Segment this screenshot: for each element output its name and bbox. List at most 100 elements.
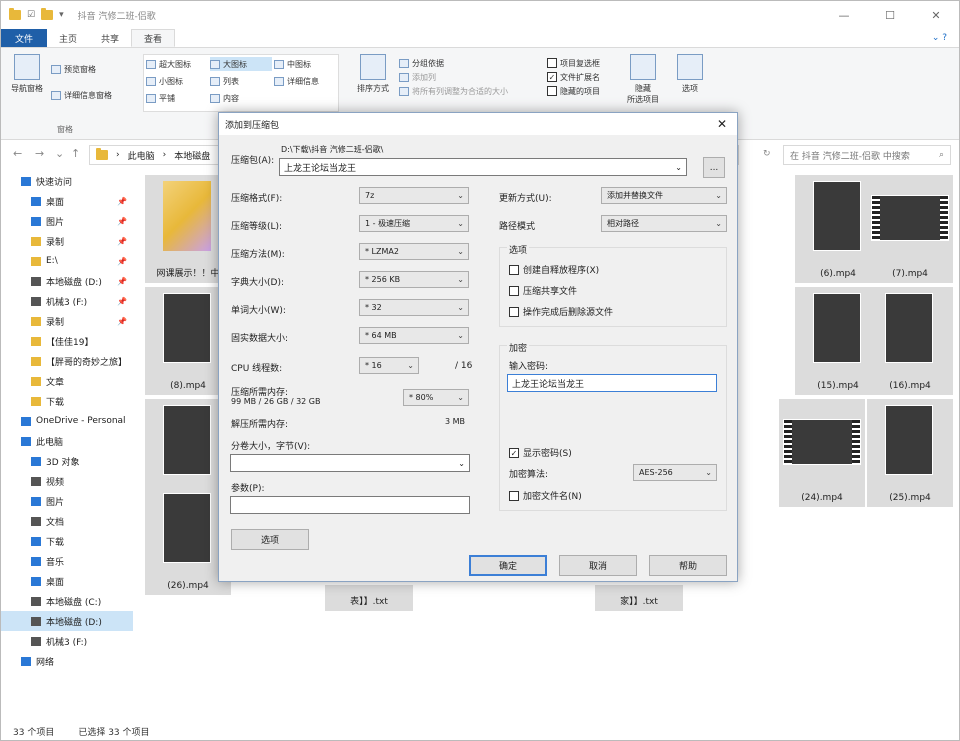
archive-name-combobox[interactable]: 上龙王论坛当龙王 ⌄ — [279, 158, 687, 176]
layout-large[interactable]: 大图标 — [210, 57, 272, 71]
field-select[interactable]: * LZMA2 ⌄ — [359, 243, 469, 260]
nav-item[interactable]: 3D 对象 — [1, 451, 133, 471]
help-icon[interactable]: ⌄ ? — [920, 29, 959, 47]
field-select[interactable]: * 64 MB ⌄ — [359, 327, 469, 344]
nav-item[interactable]: 本地磁盘 (D:) — [1, 611, 133, 631]
field-select[interactable]: * 256 KB ⌄ — [359, 271, 469, 288]
details-pane-button[interactable]: 详细信息窗格 — [51, 88, 112, 102]
layout-tiles[interactable]: 平铺 — [146, 92, 208, 106]
show-password-checkbox[interactable]: ✓ 显示密码(S) — [509, 446, 572, 459]
nav-item[interactable]: 本地磁盘 (C:) — [1, 591, 133, 611]
field-select[interactable]: * 32 ⌄ — [359, 299, 469, 316]
file-tile[interactable]: 表】】.txt — [325, 585, 413, 611]
sort-button[interactable]: 排序方式 — [351, 54, 395, 94]
search-input[interactable]: 在 抖音 汽修二班-侣歌 中搜索 ⌕ — [783, 145, 951, 165]
chevron-down-icon: ⌄ — [457, 393, 464, 402]
password-input[interactable]: 上龙王论坛当龙王 — [507, 374, 717, 392]
fit-columns-button[interactable]: 将所有列调整为合适的大小 — [399, 84, 508, 98]
recent-chevron-icon[interactable]: ⌄ — [55, 147, 64, 160]
options-button[interactable]: 选项 — [231, 529, 309, 550]
field-select[interactable]: 1 - 极速压缩 ⌄ — [359, 215, 469, 232]
option-label: 压缩共享文件 — [523, 287, 578, 297]
path-mode-select[interactable]: 相对路径 ⌄ — [601, 215, 727, 232]
nav-item[interactable]: 图片 📌 — [1, 211, 133, 231]
memory-percent-select[interactable]: * 80% ⌄ — [403, 389, 469, 406]
preview-pane-button[interactable]: 预览窗格 — [51, 62, 112, 76]
layout-list[interactable]: 列表 — [210, 74, 272, 88]
update-mode-select[interactable]: 添加并替换文件 ⌄ — [601, 187, 727, 204]
nav-item[interactable]: 桌面 📌 — [1, 191, 133, 211]
file-tile[interactable]: (25).mp4 — [867, 399, 953, 507]
layout-content[interactable]: 内容 — [210, 92, 272, 106]
group-by-button[interactable]: 分组依据 — [399, 56, 508, 70]
option-checkbox[interactable]: 创建自释放程序(X) — [509, 263, 599, 276]
refresh-icon[interactable]: ↻ — [763, 149, 771, 159]
nav-item[interactable]: 桌面 — [1, 571, 133, 591]
up-arrow-icon[interactable]: ↑ — [71, 147, 80, 160]
breadcrumb-this-pc[interactable]: 此电脑 — [128, 149, 155, 162]
ok-button[interactable]: 确定 — [469, 555, 547, 576]
hide-selected-button[interactable]: 隐藏 所选项目 — [623, 54, 663, 105]
field-label: 固实数据大小: — [231, 334, 289, 344]
nav-pane-button[interactable]: 导航窗格 — [7, 54, 47, 94]
nav-item[interactable]: 下载 — [1, 531, 133, 551]
nav-item[interactable]: 快速访问 — [1, 171, 133, 191]
layout-details[interactable]: 详细信息 — [274, 74, 336, 88]
nav-item[interactable]: 文档 — [1, 511, 133, 531]
tab-home[interactable]: 主页 — [47, 29, 89, 47]
tab-file[interactable]: 文件 — [1, 29, 48, 47]
nav-item[interactable]: E:\ 📌 — [1, 251, 133, 271]
back-arrow-icon[interactable]: ← — [13, 147, 22, 160]
tab-share[interactable]: 共享 — [89, 29, 131, 47]
chevron-down-icon[interactable]: ▾ — [59, 10, 64, 20]
hidden-items-toggle[interactable]: 隐藏的项目 — [547, 84, 600, 98]
option-checkbox[interactable]: 压缩共享文件 — [509, 284, 577, 297]
nav-item[interactable]: 【佳佳19】 — [1, 331, 133, 351]
nav-item[interactable]: OneDrive - Personal — [1, 411, 133, 431]
nav-item[interactable]: 视频 — [1, 471, 133, 491]
close-button[interactable]: ✕ — [913, 1, 959, 29]
nav-item[interactable]: 文章 — [1, 371, 133, 391]
nav-item[interactable]: 网络 — [1, 651, 133, 671]
nav-item[interactable]: 此电脑 — [1, 431, 133, 451]
nav-item[interactable]: 【胖哥的奇妙之旅】 — [1, 351, 133, 371]
option-checkbox[interactable]: 操作完成后删除源文件 — [509, 305, 613, 318]
maximize-button[interactable]: ☐ — [867, 1, 913, 29]
cpu-threads-select[interactable]: * 16 ⌄ — [359, 357, 419, 374]
browse-button[interactable]: ... — [703, 157, 725, 178]
layout-small[interactable]: 小图标 — [146, 74, 208, 88]
minimize-button[interactable]: — — [821, 1, 867, 29]
nav-item[interactable]: 音乐 — [1, 551, 133, 571]
encryption-method-select[interactable]: AES-256 ⌄ — [633, 464, 717, 481]
nav-item[interactable]: 机械3 (F:) — [1, 631, 133, 651]
params-input[interactable] — [230, 496, 470, 514]
nav-item[interactable]: 本地磁盘 (D:) 📌 — [1, 271, 133, 291]
file-tile[interactable]: (24).mp4 — [779, 399, 865, 507]
nav-item[interactable]: 图片 — [1, 491, 133, 511]
encrypt-filenames-checkbox[interactable]: 加密文件名(N) — [509, 489, 582, 502]
field-select[interactable]: 7z ⌄ — [359, 187, 469, 204]
extensions-toggle[interactable]: ✓ 文件扩展名 — [547, 70, 600, 84]
close-icon[interactable]: ✕ — [717, 117, 727, 131]
nav-item[interactable]: 录制 📌 — [1, 231, 133, 251]
nav-item[interactable]: 下载 — [1, 391, 133, 411]
breadcrumb-local-disk[interactable]: 本地磁盘 — [174, 149, 210, 162]
new-folder-icon[interactable] — [41, 8, 54, 20]
add-column-button[interactable]: 添加列 — [399, 70, 508, 84]
nav-item[interactable]: 机械3 (F:) 📌 — [1, 291, 133, 311]
layout-medium[interactable]: 中图标 — [274, 57, 336, 71]
help-button[interactable]: 帮助 — [649, 555, 727, 576]
split-size-combobox[interactable]: ⌄ — [230, 454, 470, 472]
file-tile[interactable]: 家】】.txt — [595, 585, 683, 611]
layout-extra-large[interactable]: 超大图标 — [146, 57, 208, 71]
forward-arrow-icon[interactable]: → — [35, 147, 44, 160]
nav-item[interactable]: 录制 📌 — [1, 311, 133, 331]
file-tile[interactable]: (16).mp4 — [867, 287, 953, 395]
file-tile[interactable]: (7).mp4 — [867, 175, 953, 283]
tab-view[interactable]: 查看 — [131, 29, 176, 47]
checkmark-icon[interactable]: ☑ — [27, 10, 35, 20]
nav-item-label: 视频 — [46, 477, 65, 488]
options-button[interactable]: 选项 — [675, 54, 705, 94]
cancel-button[interactable]: 取消 — [559, 555, 637, 576]
item-checkbox-toggle[interactable]: 项目复选框 — [547, 56, 600, 70]
